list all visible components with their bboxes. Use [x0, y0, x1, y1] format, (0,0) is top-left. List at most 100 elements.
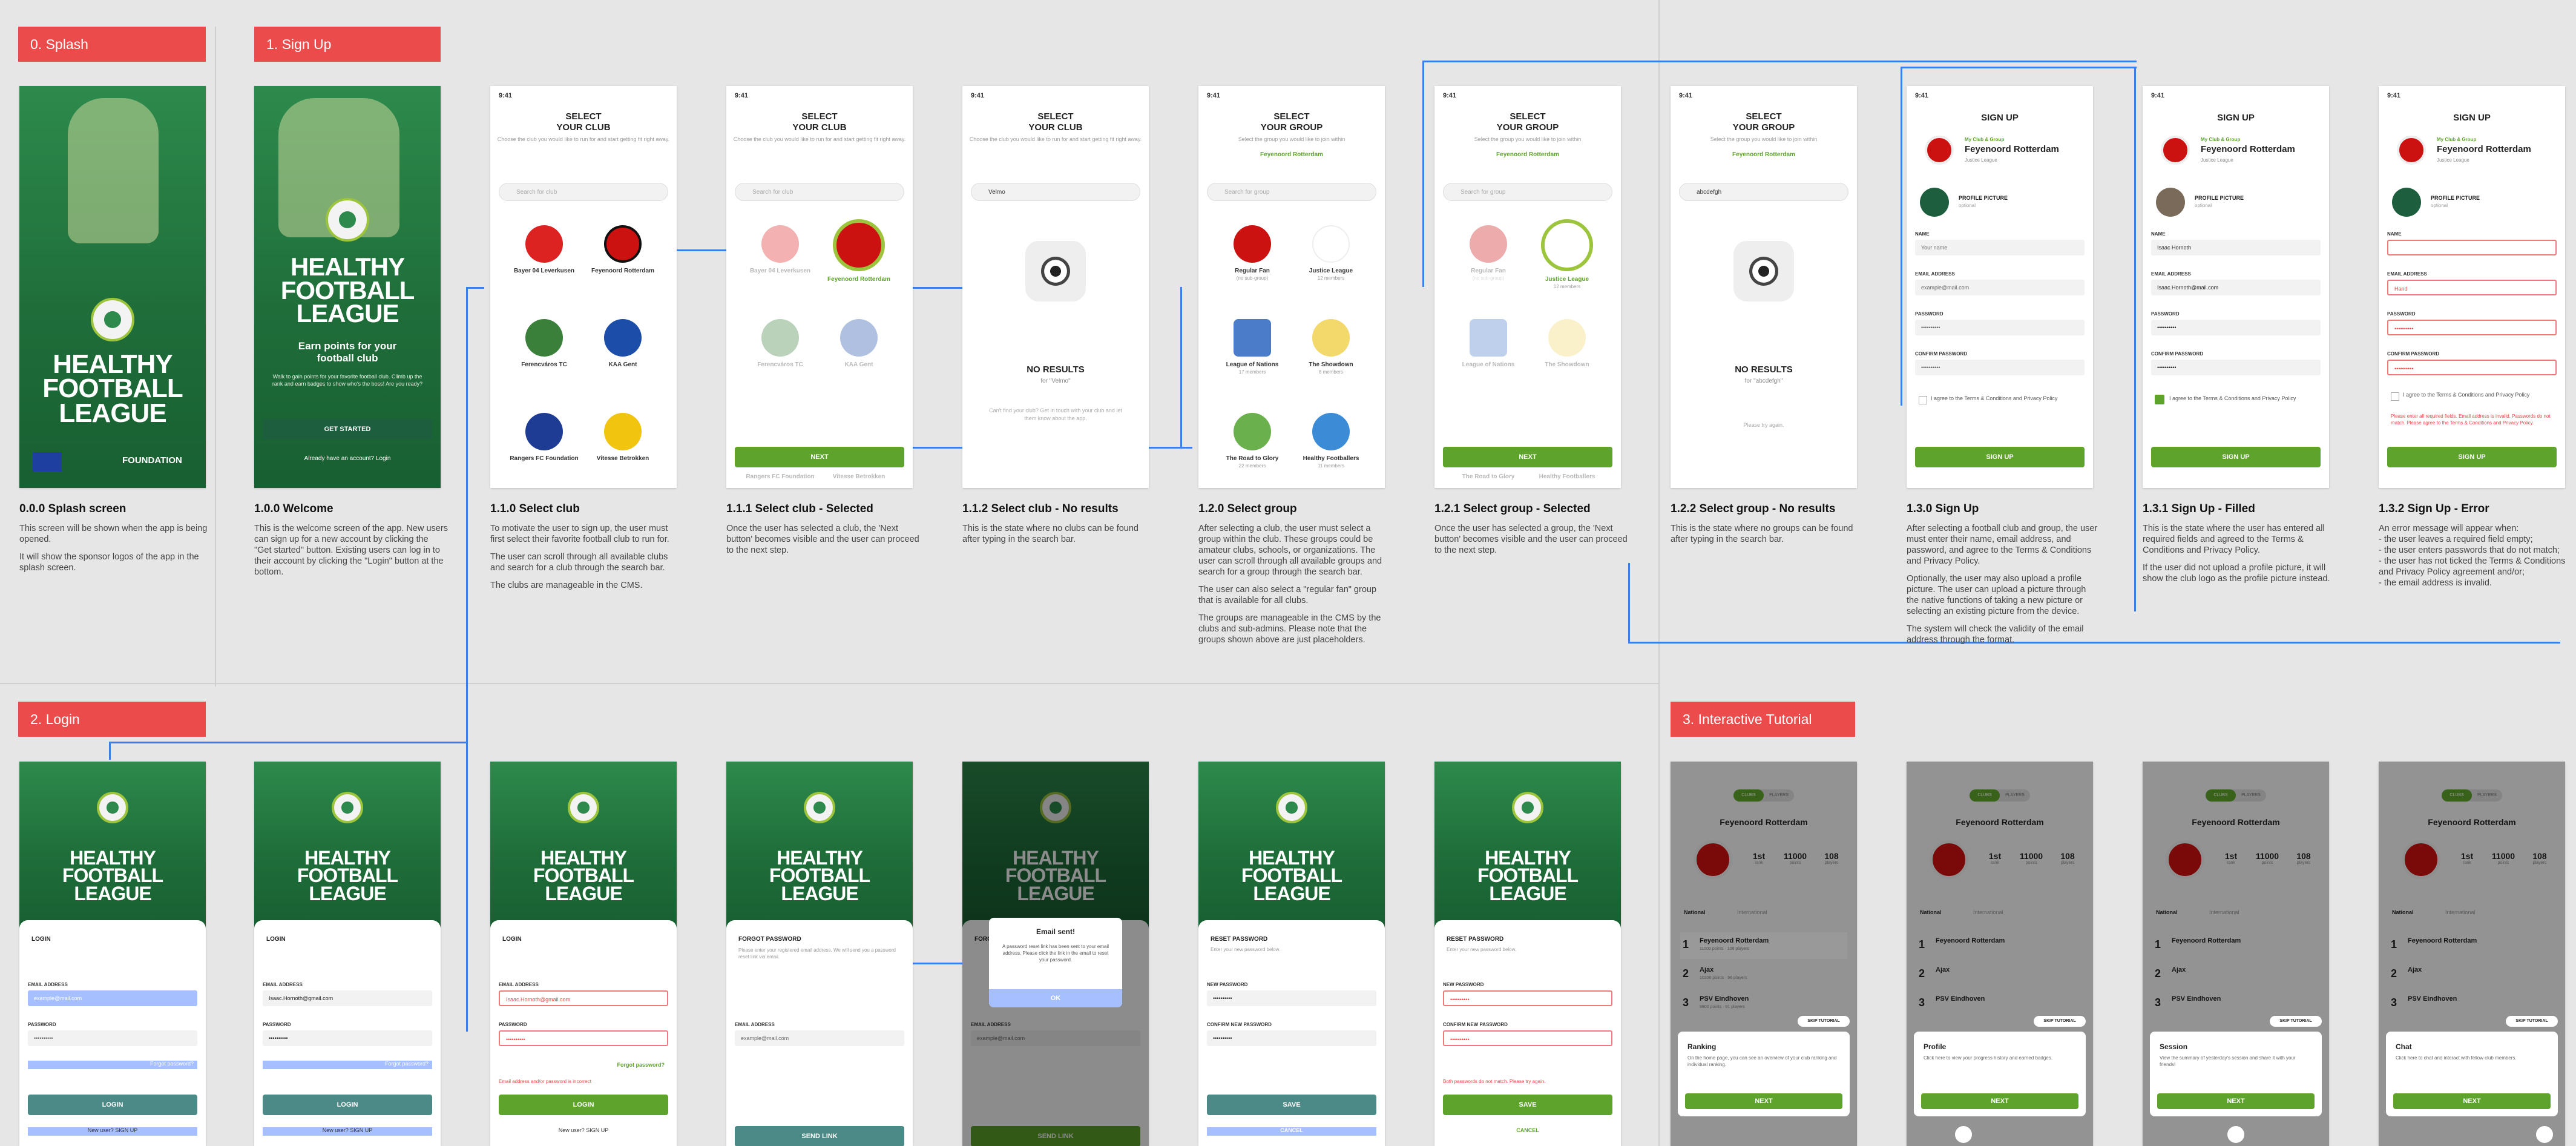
forgot-password-link[interactable]: Forgot password?: [617, 1062, 665, 1068]
profile-icon[interactable]: [1955, 1126, 1972, 1143]
signup-error-screen: 9:41 SIGN UP My Club & Group Feyenoord R…: [2379, 86, 2565, 488]
sign-up-button[interactable]: SIGN UP: [2387, 447, 2557, 467]
club-card[interactable]: KAA Gent: [583, 319, 662, 368]
skip-tutorial-button[interactable]: SKIP TUTORIAL: [2034, 1016, 2086, 1027]
group-card[interactable]: League of Nations: [1449, 319, 1528, 368]
group-card[interactable]: The Showdown 8 members: [1292, 319, 1370, 375]
club-card[interactable]: KAA Gent: [820, 319, 898, 368]
forgot-password-link[interactable]: Forgot password?: [263, 1061, 432, 1069]
group-card[interactable]: Healthy Footballers: [1528, 473, 1606, 480]
club-card[interactable]: Rangers FC Foundation: [741, 473, 820, 480]
sign-up-link[interactable]: New user? SIGN UP: [263, 1127, 432, 1136]
club-card[interactable]: Ferencváros TC: [505, 319, 583, 368]
next-button[interactable]: NEXT: [1685, 1093, 1842, 1109]
email-field[interactable]: Hand: [2387, 280, 2557, 295]
search-input[interactable]: abcdefgh: [1679, 183, 1848, 201]
cancel-link[interactable]: CANCEL: [1207, 1127, 1376, 1136]
send-link-button[interactable]: SEND LINK: [735, 1126, 904, 1146]
profile-picture-icon[interactable]: [1920, 188, 1949, 217]
brand-wordmark: HEALTHY FOOTBALL LEAGUE: [62, 847, 163, 904]
password-field[interactable]: ••••••••••: [2151, 320, 2321, 335]
terms-checkbox[interactable]: [1919, 396, 1927, 404]
new-password-field[interactable]: ••••••••••: [1443, 990, 1612, 1006]
club-card-selected[interactable]: Feyenoord Rotterdam: [820, 219, 898, 283]
next-button[interactable]: NEXT: [1443, 447, 1612, 467]
save-button[interactable]: SAVE: [1443, 1095, 1612, 1115]
save-button[interactable]: SAVE: [1207, 1095, 1376, 1115]
group-card[interactable]: Regular Fan (no sub-group): [1449, 225, 1528, 281]
group-card[interactable]: The Showdown: [1528, 319, 1606, 368]
club-card[interactable]: Vitesse Betrokken: [583, 413, 662, 462]
profile-picture-icon[interactable]: [2392, 188, 2421, 217]
group-card[interactable]: Healthy Footballers 11 members: [1292, 413, 1370, 469]
select-group-selected-screen: 9:41 SELECT YOUR GROUP Select the group y…: [1434, 86, 1621, 488]
login-error-screen: HEALTHY FOOTBALL LEAGUE LOGIN EMAIL ADDRES…: [490, 762, 677, 1146]
terms-text[interactable]: I agree to the Terms & Conditions and Pr…: [2403, 391, 2554, 398]
confirm-password-field[interactable]: ••••••••••: [2151, 360, 2321, 375]
next-button[interactable]: NEXT: [2157, 1093, 2315, 1109]
skip-tutorial-button[interactable]: SKIP TUTORIAL: [2506, 1016, 2558, 1027]
group-card[interactable]: League of Nations 17 members: [1213, 319, 1292, 375]
email-field[interactable]: example@mail.com: [735, 1030, 904, 1046]
club-card[interactable]: Vitesse Betrokken: [820, 473, 898, 480]
confirm-password-field[interactable]: ••••••••••: [2387, 360, 2557, 375]
search-input[interactable]: Velmo: [971, 183, 1140, 201]
group-card[interactable]: The Road to Glory: [1449, 473, 1528, 480]
email-field[interactable]: example@mail.com: [1915, 280, 2085, 295]
terms-checkbox-checked[interactable]: [2155, 395, 2164, 404]
password-field[interactable]: ••••••••••: [28, 1030, 197, 1046]
login-button[interactable]: LOGIN: [263, 1095, 432, 1115]
new-password-field[interactable]: ••••••••••: [1207, 990, 1376, 1006]
login-button[interactable]: LOGIN: [499, 1095, 668, 1115]
terms-text[interactable]: I agree to the Terms & Conditions and Pr…: [1931, 395, 2082, 403]
skip-tutorial-button[interactable]: SKIP TUTORIAL: [2270, 1016, 2322, 1027]
search-input[interactable]: Search for club: [735, 183, 904, 201]
name-field[interactable]: Your name: [1915, 240, 2085, 255]
email-field[interactable]: Isaac.Hornoth@gmail.com: [263, 990, 432, 1006]
name-field[interactable]: Isaac Hornoth: [2151, 240, 2321, 255]
group-name: Justice League: [2201, 157, 2233, 163]
club-card[interactable]: Ferencváros TC: [741, 319, 820, 368]
confirm-password-field[interactable]: ••••••••••: [1915, 360, 2085, 375]
name-field[interactable]: [2387, 240, 2557, 255]
avatar[interactable]: [2156, 188, 2185, 217]
confirm-password-field[interactable]: ••••••••••: [1207, 1030, 1376, 1046]
club-card[interactable]: Rangers FC Foundation: [505, 413, 583, 462]
sign-up-button[interactable]: SIGN UP: [1915, 447, 2085, 467]
email-field[interactable]: Isaac.Hornoth@gmail.com: [499, 990, 668, 1006]
modal-ok-button[interactable]: OK: [989, 989, 1122, 1007]
password-field[interactable]: ••••••••••: [499, 1030, 668, 1046]
club-card[interactable]: Feyenoord Rotterdam: [583, 225, 662, 274]
terms-checkbox[interactable]: [2391, 392, 2399, 401]
forgot-password-link[interactable]: Forgot password?: [28, 1061, 197, 1069]
email-field[interactable]: example@mail.com: [28, 990, 197, 1006]
next-button[interactable]: NEXT: [735, 447, 904, 467]
login-button[interactable]: LOGIN: [28, 1095, 197, 1115]
password-field[interactable]: ••••••••••: [263, 1030, 432, 1046]
cancel-link[interactable]: CANCEL: [1434, 1127, 1621, 1133]
group-card-selected[interactable]: Justice League 12 members: [1528, 219, 1606, 289]
search-input[interactable]: Search for group: [1443, 183, 1612, 201]
password-field[interactable]: ••••••••••: [2387, 320, 2557, 335]
club-card[interactable]: Bayer 04 Leverkusen: [505, 225, 583, 274]
group-card[interactable]: The Road to Glory 22 members: [1213, 413, 1292, 469]
search-input[interactable]: Search for group: [1207, 183, 1376, 201]
next-button[interactable]: NEXT: [2393, 1093, 2551, 1109]
next-button[interactable]: NEXT: [1921, 1093, 2078, 1109]
group-card[interactable]: Regular Fan (no sub-group): [1213, 225, 1292, 281]
skip-tutorial-button[interactable]: SKIP TUTORIAL: [1798, 1016, 1850, 1027]
sign-up-button[interactable]: SIGN UP: [2151, 447, 2321, 467]
club-card[interactable]: Bayer 04 Leverkusen: [741, 225, 820, 274]
terms-text[interactable]: I agree to the Terms & Conditions and Pr…: [2169, 395, 2318, 403]
session-icon[interactable]: [2227, 1126, 2244, 1143]
get-started-button[interactable]: GET STARTED: [263, 419, 432, 440]
password-field[interactable]: ••••••••••: [1915, 320, 2085, 335]
login-link[interactable]: Already have an account? Login: [254, 455, 441, 462]
sign-up-link[interactable]: New user? SIGN UP: [490, 1127, 677, 1133]
group-card[interactable]: Justice League 12 members: [1292, 225, 1370, 281]
email-field[interactable]: Isaac.Hornoth@mail.com: [2151, 280, 2321, 295]
chat-icon[interactable]: [2536, 1126, 2553, 1143]
search-input[interactable]: Search for club: [499, 183, 668, 201]
sign-up-link[interactable]: New user? SIGN UP: [28, 1127, 197, 1136]
confirm-password-field[interactable]: ••••••••••: [1443, 1030, 1612, 1046]
